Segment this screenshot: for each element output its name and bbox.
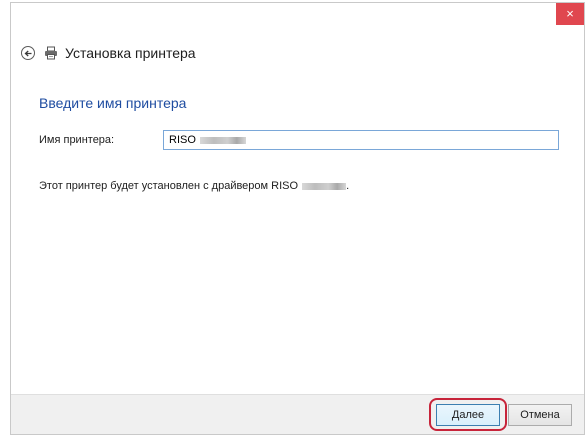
page-heading: Введите имя принтера	[39, 95, 187, 111]
driver-info-prefix: Этот принтер будет установлен с драйверо…	[39, 180, 299, 192]
cancel-button[interactable]: Отмена	[508, 404, 572, 426]
next-button[interactable]: Далее	[436, 404, 500, 426]
printer-name-input[interactable]: RISO	[163, 130, 559, 150]
printer-setup-window: × Установка принтера Введите имя принтер…	[10, 2, 585, 435]
window-title: Установка принтера	[65, 45, 196, 61]
dialog-footer: Далее Отмена	[11, 394, 584, 434]
printer-icon	[45, 46, 57, 60]
driver-info-suffix: .	[346, 180, 350, 192]
driver-info-text: Этот принтер будет установлен с драйверо…	[39, 180, 349, 192]
close-button[interactable]: ×	[556, 3, 584, 25]
back-button[interactable]	[21, 46, 35, 60]
close-icon: ×	[566, 6, 574, 21]
redacted-model-name	[199, 136, 246, 144]
back-arrow-icon	[24, 50, 31, 56]
printer-name-label: Имя принтера:	[39, 134, 115, 146]
printer-name-value: RISO	[169, 134, 196, 146]
redacted-driver-name	[302, 182, 347, 190]
